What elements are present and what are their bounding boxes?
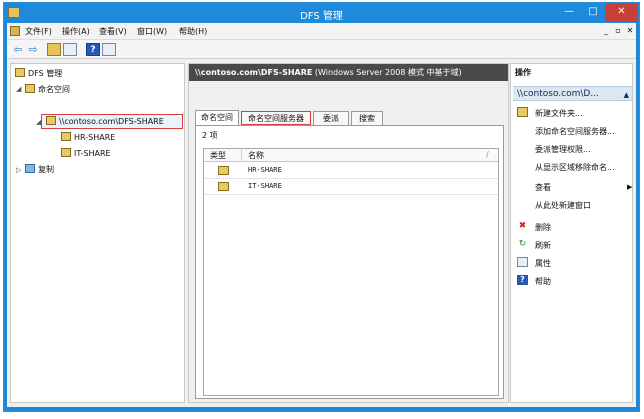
delete-icon: ✖ [518,221,527,231]
toolbar: ⇦ ⇨ ? [7,39,636,59]
column-header-name[interactable]: 名称 [248,150,264,161]
window-title: DFS 管理 [300,11,343,22]
maximize-button[interactable]: □ [581,3,605,22]
mdi-restore-button[interactable]: ▫ [613,26,623,35]
actions-title: 操作 [515,68,531,77]
actions-pane: 操作 \\contoso.com\D... ▲ 新建文件夹... 添加命名空间服… [510,63,633,403]
tree-item-it-share[interactable]: IT-SHARE [61,147,111,160]
menu-window[interactable]: 窗口(W) [137,26,167,37]
refresh-icon: ↻ [518,239,527,249]
collapse-arrow-icon[interactable]: ◢ [36,118,41,126]
minimize-button[interactable]: — [557,3,581,22]
collapse-arrow-icon[interactable]: ◢ [16,85,21,93]
title-bar[interactable]: DFS 管理 — □ ✕ [4,3,639,23]
namespace-tab-panel: 2 项 类型 名称 ∕ HR-SHARE IT-SHARE [195,125,504,399]
tab-delegation[interactable]: 委派 [313,111,349,125]
collapse-section-icon[interactable]: ▲ [624,88,629,100]
action-remove-from-display[interactable]: 从显示区域移除命名... [535,162,615,173]
folder-icon [61,132,71,141]
tab-namespace[interactable]: 命名空间 [195,110,239,125]
action-help[interactable]: 帮助 [535,276,551,287]
client-area: 文件(F) 操作(A) 查看(V) 窗口(W) 帮助(H) _ ▫ ✕ ⇦ ⇨ … [7,23,636,407]
help-icon[interactable]: ? [86,43,100,56]
menu-bar: 文件(F) 操作(A) 查看(V) 窗口(W) 帮助(H) _ ▫ ✕ [7,23,636,39]
action-new-folder[interactable]: 新建文件夹... [535,108,583,119]
tree-item-label: DFS 管理 [28,69,63,78]
namespace-mode: (Windows Server 2008 模式 中基于域) [314,68,462,77]
tree-item-dfs-share-namespace[interactable]: \\contoso.com\DFS-SHARE [46,115,164,128]
table-row[interactable]: HR-SHARE [204,163,498,179]
action-view[interactable]: 查看 [535,182,551,193]
item-count: 2 项 [202,131,218,140]
column-resize-grip-icon[interactable]: ∕ [486,150,489,159]
new-folder-icon [517,107,528,117]
actions-section-label: \\contoso.com\D... [517,89,599,99]
row-name: HR-SHARE [248,166,282,174]
menu-view[interactable]: 查看(V) [99,26,127,37]
mmc-document-icon[interactable] [10,26,20,36]
show-hide-action-pane-icon[interactable] [102,43,116,56]
action-add-namespace-server[interactable]: 添加命名空间服务器... [535,126,615,137]
folder-list[interactable]: 类型 名称 ∕ HR-SHARE IT-SHARE [203,148,499,396]
tree-item-hr-share[interactable]: HR-SHARE [61,131,115,144]
up-folder-icon[interactable] [47,43,61,56]
tree-item-label: 复制 [38,165,54,174]
menu-file[interactable]: 文件(F) [25,26,52,37]
properties-icon [517,257,528,267]
tree-item-label: 命名空间 [38,85,70,94]
actions-section-header[interactable]: \\contoso.com\D... ▲ [513,86,632,101]
folder-icon [218,166,229,175]
column-header-type[interactable]: 类型 [210,150,226,161]
menu-help[interactable]: 帮助(H) [179,26,207,37]
action-properties[interactable]: 属性 [535,258,551,269]
app-window: DFS 管理 — □ ✕ 文件(F) 操作(A) 查看(V) 窗口(W) 帮助(… [3,2,640,412]
console-tree: DFS 管理 ◢ 命名空间 ◢ \\contoso.com\DFS-SHARE … [10,63,185,403]
replication-icon [25,164,35,173]
forward-arrow-icon[interactable]: ⇨ [26,43,40,56]
tree-item-label: \\contoso.com\DFS-SHARE [59,117,164,126]
mdi-minimize-button[interactable]: _ [601,26,611,35]
action-refresh[interactable]: 刷新 [535,240,551,251]
namespace-folder-icon [46,116,56,125]
back-arrow-icon[interactable]: ⇦ [11,43,25,56]
namespace-path: \\contoso.com\DFS-SHARE [195,68,313,77]
action-delete[interactable]: 删除 [535,222,551,233]
details-header: \\contoso.com\DFS-SHARE (Windows Server … [189,64,508,81]
close-button[interactable]: ✕ [605,3,638,22]
namespaces-icon [25,84,35,93]
help-icon: ? [517,275,528,285]
action-new-window[interactable]: 从此处新建窗口 [535,200,591,211]
list-header: 类型 名称 ∕ [204,149,498,162]
tree-item-label: HR-SHARE [74,133,116,142]
tree-item-dfs-management[interactable]: DFS 管理 [15,67,62,80]
tree-item-label: IT-SHARE [74,149,111,158]
details-pane: \\contoso.com\DFS-SHARE (Windows Server … [188,63,509,403]
row-name: IT-SHARE [248,182,282,190]
dfs-management-icon [15,68,25,77]
tree-item-namespaces[interactable]: 命名空间 [25,83,70,96]
show-hide-console-tree-icon[interactable] [63,43,77,56]
tree-item-replication[interactable]: 复制 [25,163,54,176]
folder-icon [61,148,71,157]
tab-search[interactable]: 搜索 [351,111,383,125]
action-delegate-permissions[interactable]: 委派管理权限... [535,144,591,155]
expand-arrow-icon[interactable]: ▷ [16,166,21,174]
folder-icon [218,182,229,191]
mdi-close-button[interactable]: ✕ [625,26,635,35]
tab-namespace-servers[interactable]: 命名空间服务器 [241,111,311,125]
column-divider[interactable] [241,149,242,162]
table-row[interactable]: IT-SHARE [204,179,498,195]
menu-action[interactable]: 操作(A) [62,26,90,37]
submenu-arrow-icon: ▶ [627,183,633,191]
